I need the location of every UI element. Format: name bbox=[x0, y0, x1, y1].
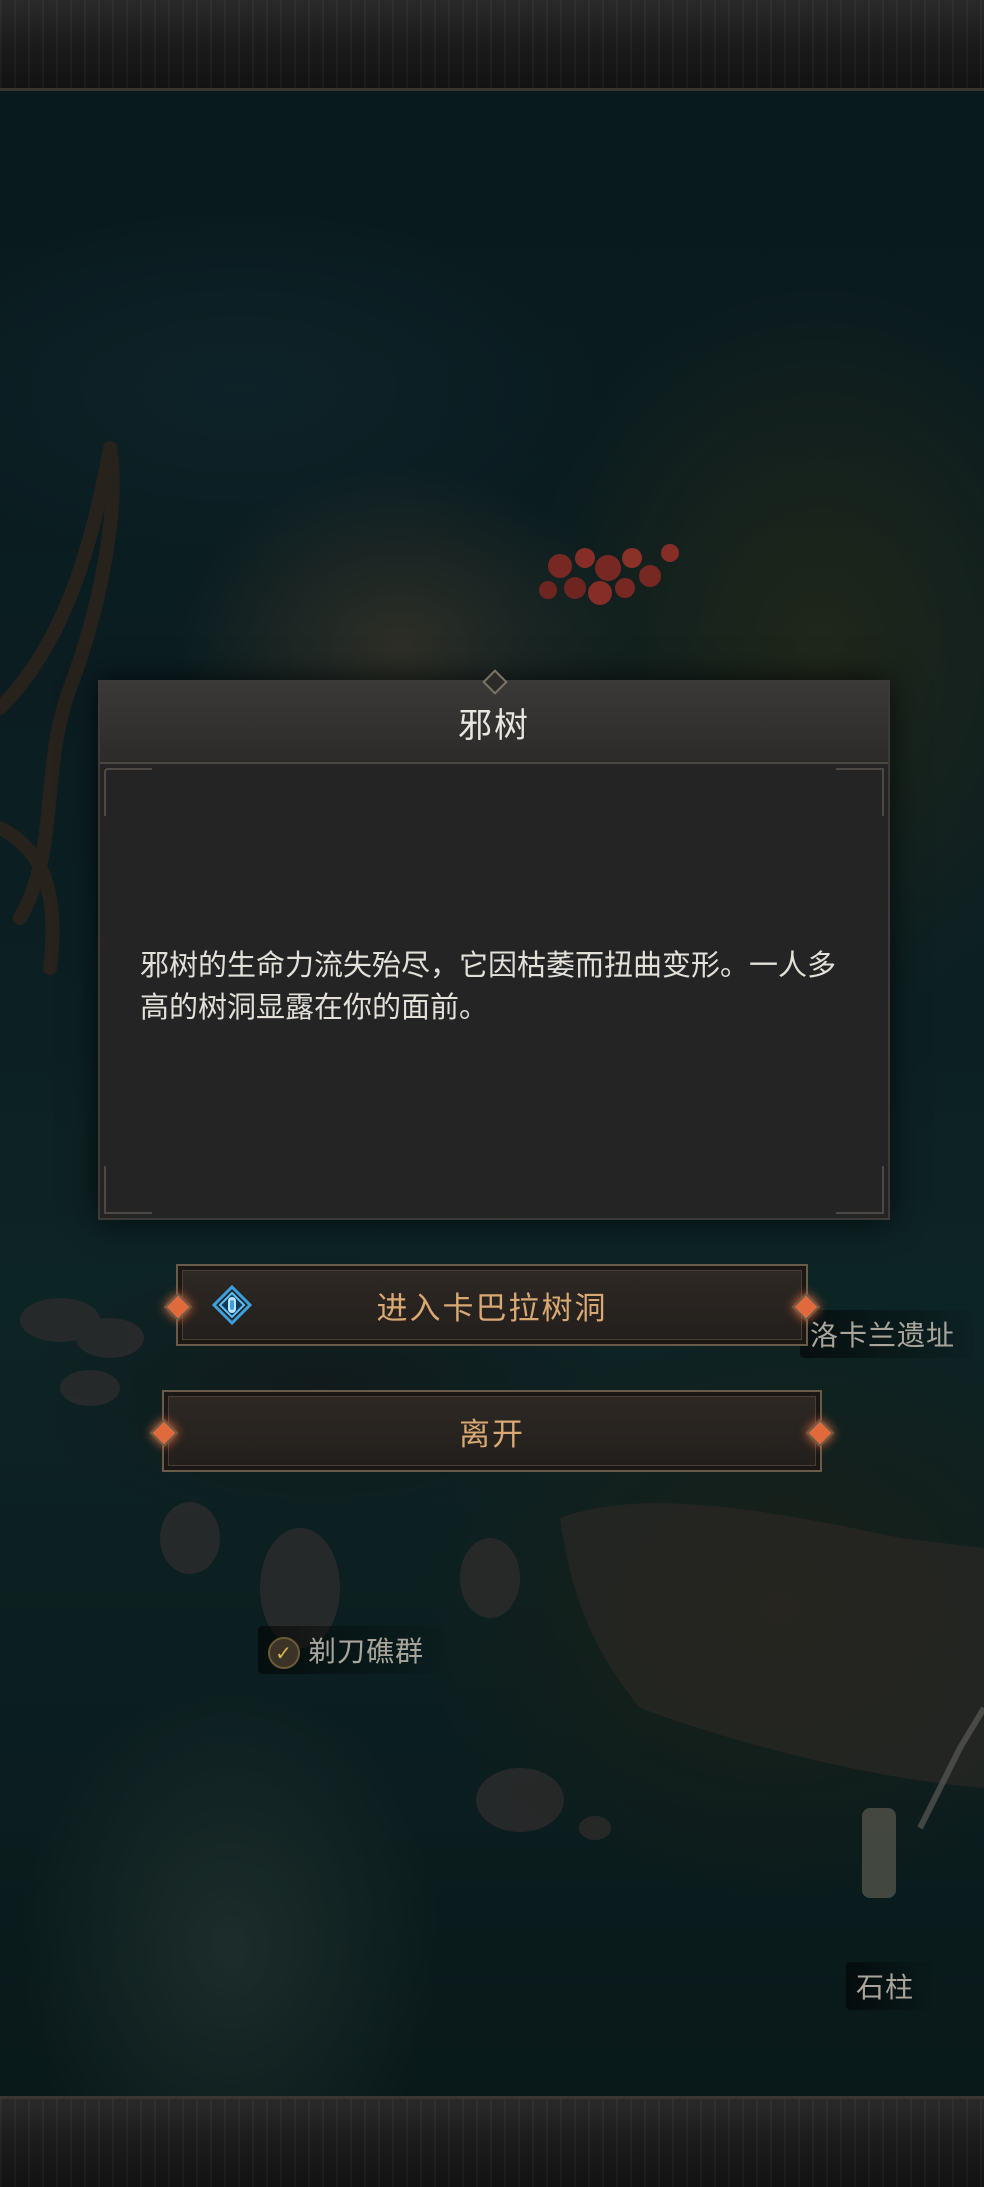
corner-ornament-icon bbox=[836, 768, 884, 816]
map-label-ruins[interactable]: 洛卡兰遗址 bbox=[800, 1310, 974, 1358]
leave-button[interactable]: 离开 bbox=[162, 1390, 822, 1472]
enter-cave-label: 进入卡巴拉树洞 bbox=[376, 1290, 608, 1327]
dialog-body: 邪树的生命力流失殆尽，它因枯萎而扭曲变形。一人多高的树洞显露在你的面前。 bbox=[100, 764, 888, 1218]
portal-icon bbox=[212, 1285, 252, 1325]
map-label-pillar-text: 石柱 bbox=[856, 1971, 915, 2004]
corner-ornament-icon bbox=[836, 1166, 884, 1214]
corner-ornament-icon bbox=[104, 1166, 152, 1214]
map-label-ruins-text: 洛卡兰遗址 bbox=[810, 1319, 956, 1352]
checkmark-icon: ✓ bbox=[268, 1637, 300, 1669]
enter-cave-button[interactable]: 进入卡巴拉树洞 bbox=[176, 1264, 808, 1346]
dialog-title: 邪树 bbox=[458, 705, 530, 746]
dialog-description: 邪树的生命力流失殆尽，它因枯萎而扭曲变形。一人多高的树洞显露在你的面前。 bbox=[140, 948, 837, 1024]
top-frame bbox=[0, 0, 984, 91]
event-dialog: 邪树 邪树的生命力流失殆尽，它因枯萎而扭曲变形。一人多高的树洞显露在你的面前。 bbox=[98, 669, 890, 1220]
corner-ornament-icon bbox=[104, 768, 152, 816]
map-label-pillar[interactable]: 石柱 bbox=[846, 1962, 933, 2010]
game-screen: 洛卡兰遗址 ✓ 剃刀礁群 石柱 邪树 邪树的生命力流失殆尽，它因枯萎而扭曲变形。一… bbox=[0, 0, 984, 2187]
map-label-reef-text: 剃刀礁群 bbox=[308, 1635, 425, 1668]
leave-label: 离开 bbox=[459, 1416, 525, 1453]
map-label-reef[interactable]: ✓ 剃刀礁群 bbox=[258, 1626, 443, 1674]
bottom-frame bbox=[0, 2096, 984, 2187]
